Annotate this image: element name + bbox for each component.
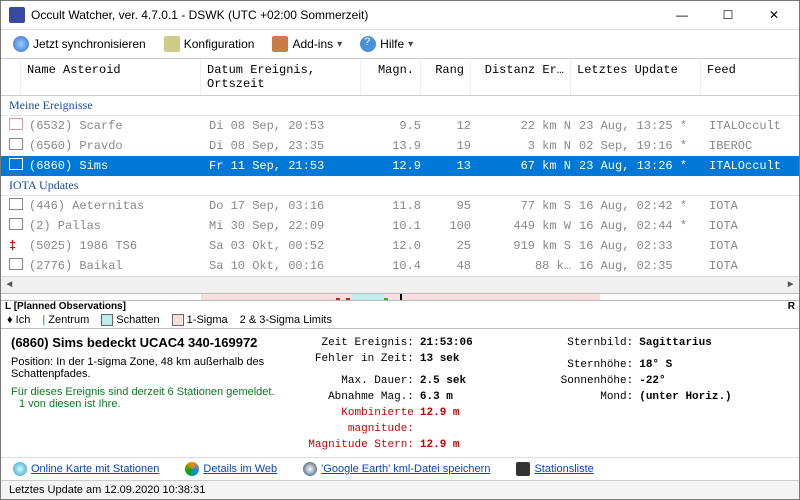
annot-left: L [Planned Observations] bbox=[5, 301, 126, 312]
link-details-web[interactable]: Details im Web bbox=[185, 462, 277, 476]
globe-icon bbox=[13, 462, 27, 476]
sync-label: Jetzt synchronisieren bbox=[33, 37, 146, 51]
close-button[interactable]: ✕ bbox=[751, 1, 797, 29]
table-row[interactable]: (2) Pallas Mi 30 Sep, 22:09 10.1 100 449… bbox=[1, 216, 799, 236]
path-profile bbox=[1, 293, 799, 301]
detail-position: Position: In der 1-sigma Zone, 48 km auß… bbox=[11, 356, 294, 380]
detail-stations: Für dieses Ereignis sind derzeit 6 Stati… bbox=[11, 386, 294, 398]
minimize-button[interactable]: — bbox=[659, 1, 705, 29]
col-update[interactable]: Letztes Update bbox=[571, 59, 701, 95]
chevron-down-icon: ▾ bbox=[408, 39, 413, 50]
sync-button[interactable]: Jetzt synchronisieren bbox=[9, 34, 150, 54]
help-icon bbox=[360, 36, 376, 52]
addins-label: Add-ins bbox=[292, 37, 333, 51]
table-row[interactable]: (6560) Pravdo Di 08 Sep, 23:35 13.9 19 3… bbox=[1, 136, 799, 156]
col-asteroid[interactable]: Name Asteroid bbox=[21, 59, 201, 95]
check-icon[interactable] bbox=[9, 158, 23, 170]
titlebar: Occult Watcher, ver. 4.7.0.1 - DSWK (UTC… bbox=[1, 1, 799, 30]
flag-icon[interactable]: ‡ bbox=[9, 239, 16, 253]
section-iota: IOTA Updates bbox=[1, 176, 799, 196]
check-icon[interactable] bbox=[9, 218, 23, 230]
table-header: Name Asteroid Datum Ereignis, Ortszeit M… bbox=[1, 59, 799, 96]
detail-mine: 1 von diesen ist Ihre. bbox=[11, 398, 294, 410]
config-label: Konfiguration bbox=[184, 37, 255, 51]
config-icon bbox=[164, 36, 180, 52]
window-title: Occult Watcher, ver. 4.7.0.1 - DSWK (UTC… bbox=[31, 8, 659, 22]
maximize-button[interactable]: ☐ bbox=[705, 1, 751, 29]
legend-center: Zentrum bbox=[48, 314, 89, 326]
col-date[interactable]: Datum Ereignis, Ortszeit bbox=[201, 59, 361, 95]
legend-me: Ich bbox=[16, 314, 31, 326]
help-label: Hilfe bbox=[380, 37, 404, 51]
check-icon[interactable] bbox=[9, 198, 23, 210]
config-button[interactable]: Konfiguration bbox=[160, 34, 259, 54]
col-magn[interactable]: Magn. bbox=[361, 59, 421, 95]
sync-icon bbox=[13, 36, 29, 52]
legend-1sigma: 1-Sigma bbox=[187, 314, 228, 326]
chevron-down-icon: ▾ bbox=[337, 39, 342, 50]
annot-right: R bbox=[788, 301, 795, 312]
check-icon[interactable] bbox=[9, 138, 23, 150]
events-table: Name Asteroid Datum Ereignis, Ortszeit M… bbox=[1, 59, 799, 293]
horizontal-scrollbar[interactable] bbox=[1, 276, 799, 293]
browser-icon bbox=[185, 462, 199, 476]
details-panel: (6860) Sims bedeckt UCAC4 340-169972 Pos… bbox=[1, 329, 799, 457]
check-icon[interactable] bbox=[9, 258, 23, 270]
app-icon bbox=[9, 7, 25, 23]
link-google-earth[interactable]: 'Google Earth' kml-Datei speichern bbox=[303, 462, 490, 476]
link-online-map[interactable]: Online Karte mit Stationen bbox=[13, 462, 159, 476]
legend-shadow: Schatten bbox=[116, 314, 159, 326]
table-row[interactable]: (446) Aeternitas Do 17 Sep, 03:16 11.8 9… bbox=[1, 196, 799, 216]
col-dist[interactable]: Distanz Er… bbox=[471, 59, 571, 95]
table-row[interactable]: (6532) Scarfe Di 08 Sep, 20:53 9.5 12 22… bbox=[1, 116, 799, 136]
legend: ♦ Ich | Zentrum Schatten 1-Sigma 2 & 3-S… bbox=[1, 312, 799, 329]
col-rang[interactable]: Rang bbox=[421, 59, 471, 95]
detail-headline: (6860) Sims bedeckt UCAC4 340-169972 bbox=[11, 335, 294, 350]
legend-23sigma: 2 & 3-Sigma Limits bbox=[240, 314, 332, 326]
list-icon bbox=[516, 462, 530, 476]
link-stationlist[interactable]: Stationsliste bbox=[516, 462, 593, 476]
table-row[interactable]: ‡ (5025) 1986 TS6 Sa 03 Okt, 00:52 12.0 … bbox=[1, 236, 799, 256]
help-button[interactable]: Hilfe ▾ bbox=[356, 34, 417, 54]
table-row-selected[interactable]: (6860) Sims Fr 11 Sep, 21:53 12.9 13 67 … bbox=[1, 156, 799, 176]
addins-icon bbox=[272, 36, 288, 52]
col-feed[interactable]: Feed bbox=[701, 59, 799, 95]
earth-icon bbox=[303, 462, 317, 476]
addins-button[interactable]: Add-ins ▾ bbox=[268, 34, 346, 54]
section-mine: Meine Ereignisse bbox=[1, 96, 799, 116]
check-icon[interactable] bbox=[9, 118, 23, 130]
table-row[interactable]: (2776) Baikal Sa 10 Okt, 00:16 10.4 48 8… bbox=[1, 256, 799, 276]
status-bar: Letztes Update am 12.09.2020 10:38:31 bbox=[1, 480, 799, 499]
toolbar: Jetzt synchronisieren Konfiguration Add-… bbox=[1, 30, 799, 59]
links-bar: Online Karte mit Stationen Details im We… bbox=[1, 457, 799, 480]
